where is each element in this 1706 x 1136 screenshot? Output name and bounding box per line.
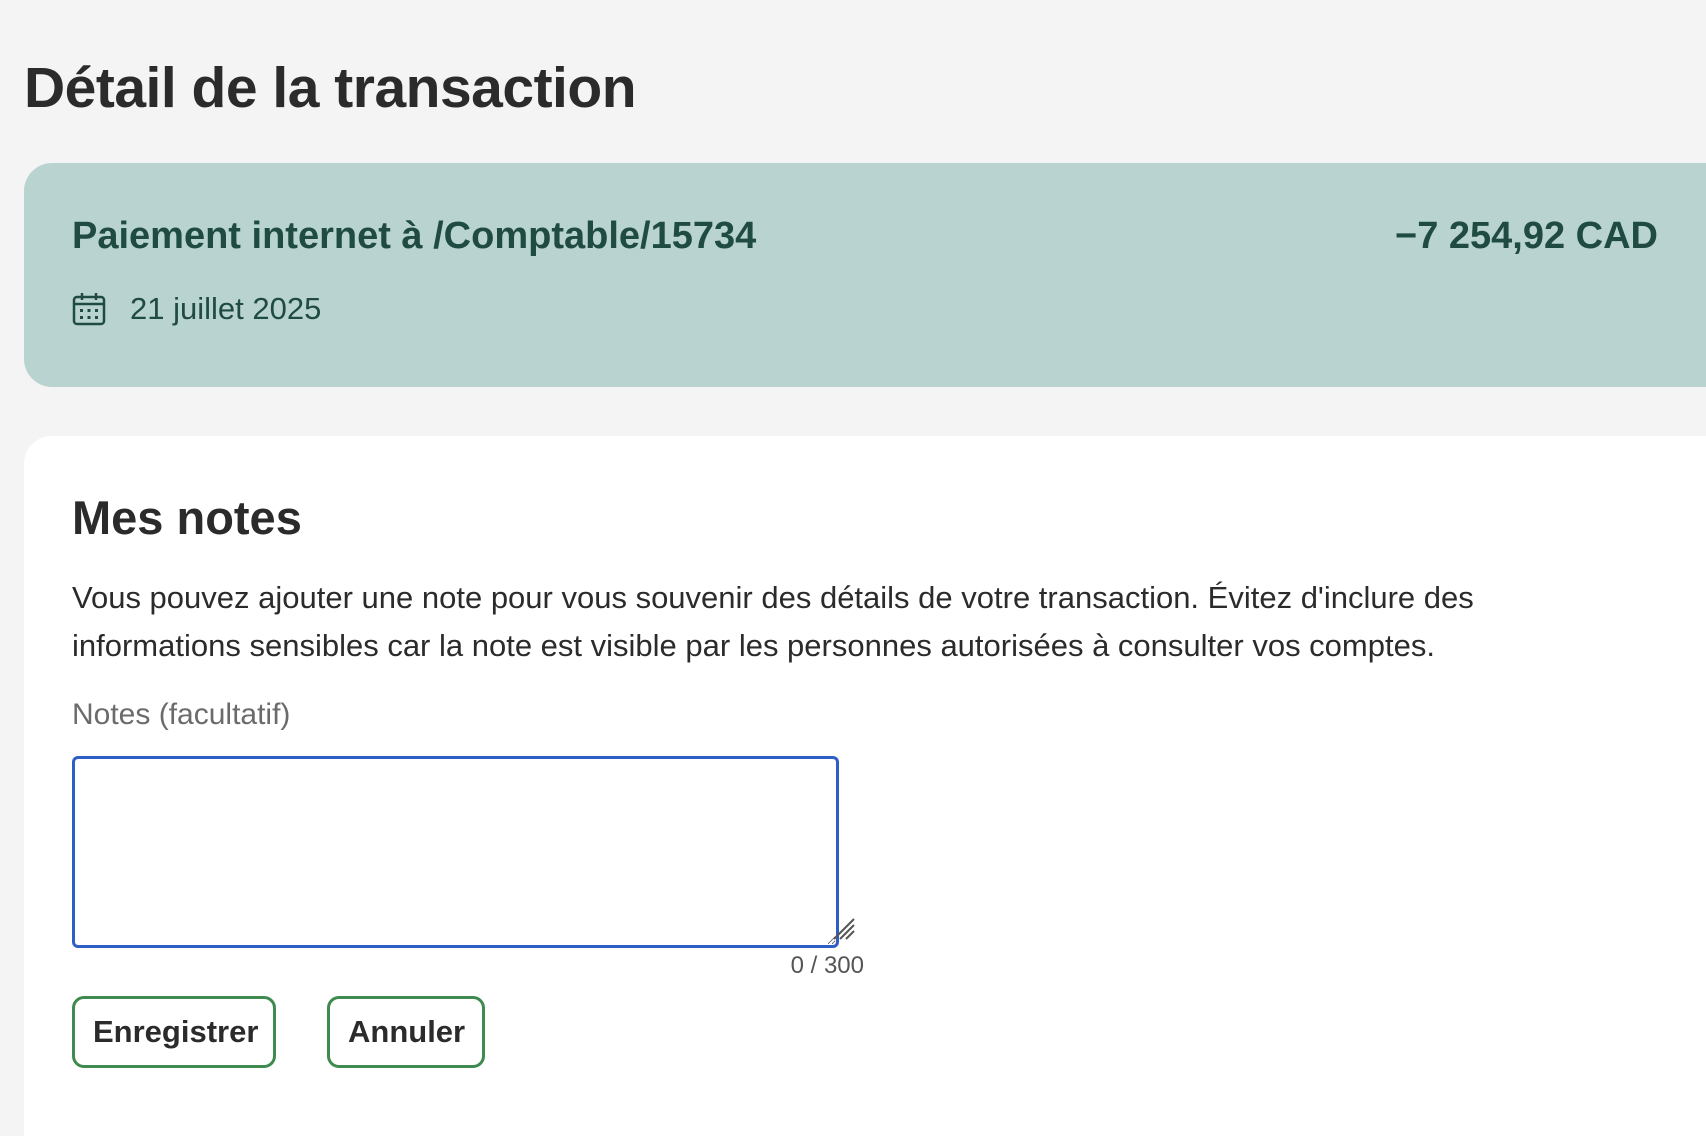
save-button[interactable]: Enregistrer — [72, 996, 276, 1068]
resize-handle-icon[interactable] — [830, 915, 856, 941]
transaction-amount: −7 254,92 CAD — [1395, 215, 1658, 257]
transaction-description: Paiement internet à /Comptable/15734 — [72, 215, 757, 257]
notes-description: Vous pouvez ajouter une note pour vous s… — [72, 580, 1474, 663]
notes-card: Mes notes Vous pouvez ajouter une note p… — [24, 436, 1706, 1136]
transaction-summary-card: Paiement internet à /Comptable/15734 −7 … — [24, 163, 1706, 387]
calendar-icon — [72, 292, 106, 326]
transaction-date: 21 juillet 2025 — [130, 291, 322, 326]
cancel-button[interactable]: Annuler — [327, 996, 485, 1068]
notes-field-label: Notes (facultatif) — [72, 698, 291, 731]
transaction-date-row: 21 juillet 2025 — [72, 291, 321, 327]
page-title: Détail de la transaction — [24, 56, 637, 120]
character-counter: 0 / 300 — [790, 952, 864, 979]
notes-textarea[interactable] — [72, 756, 839, 948]
notes-heading: Mes notes — [72, 491, 302, 544]
